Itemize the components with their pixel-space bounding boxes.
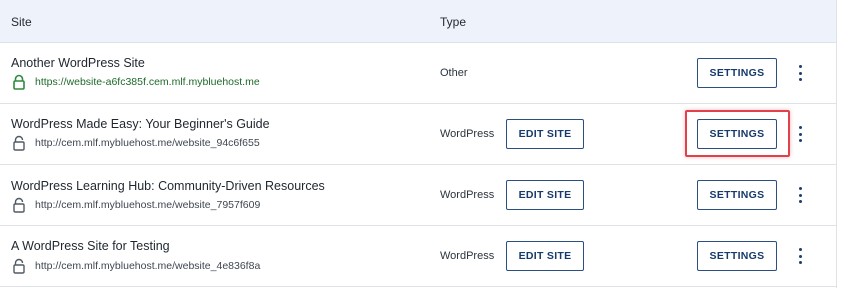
table-row: Another WordPress Site https://website-a… (0, 43, 836, 104)
column-header-site: Site (11, 15, 32, 29)
table-row: WordPress Learning Hub: Community-Driven… (0, 165, 836, 226)
table-row: WordPress Made Easy: Your Beginner's Gui… (0, 104, 836, 165)
site-type: WordPress (440, 189, 495, 201)
edit-site-button[interactable]: EDIT SITE (506, 180, 584, 210)
settings-button[interactable]: SETTINGS (697, 180, 777, 210)
site-url[interactable]: http://cem.mlf.mybluehost.me/website_4e8… (35, 260, 260, 272)
site-url[interactable]: http://cem.mlf.mybluehost.me/website_94c… (35, 137, 260, 149)
settings-button[interactable]: SETTINGS (697, 58, 777, 88)
site-type: Other (440, 67, 468, 79)
settings-button[interactable]: SETTINGS (697, 241, 777, 271)
site-type: WordPress (440, 128, 495, 140)
lock-open-icon (13, 135, 25, 151)
column-header-type: Type (440, 15, 467, 29)
settings-button[interactable]: SETTINGS (697, 119, 777, 149)
table-header: Site Type (0, 0, 836, 43)
more-options-icon[interactable] (794, 248, 808, 266)
site-title: A WordPress Site for Testing (11, 239, 170, 253)
lock-closed-icon (13, 74, 25, 90)
site-url[interactable]: http://cem.mlf.mybluehost.me/website_795… (35, 199, 260, 211)
site-title: WordPress Learning Hub: Community-Driven… (11, 179, 325, 193)
more-options-icon[interactable] (794, 187, 808, 205)
table-row: A WordPress Site for Testing http://cem.… (0, 226, 836, 287)
edit-site-button[interactable]: EDIT SITE (506, 241, 584, 271)
lock-open-icon (13, 258, 25, 274)
sites-table: Site Type Another WordPress Site https:/… (0, 0, 837, 288)
more-options-icon[interactable] (794, 65, 808, 83)
site-title: WordPress Made Easy: Your Beginner's Gui… (11, 117, 270, 131)
site-title: Another WordPress Site (11, 56, 145, 70)
edit-site-button[interactable]: EDIT SITE (506, 119, 584, 149)
more-options-icon[interactable] (794, 126, 808, 144)
site-type: WordPress (440, 250, 495, 262)
site-url[interactable]: https://website-a6fc385f.cem.mlf.myblueh… (35, 76, 260, 88)
lock-open-icon (13, 197, 25, 213)
